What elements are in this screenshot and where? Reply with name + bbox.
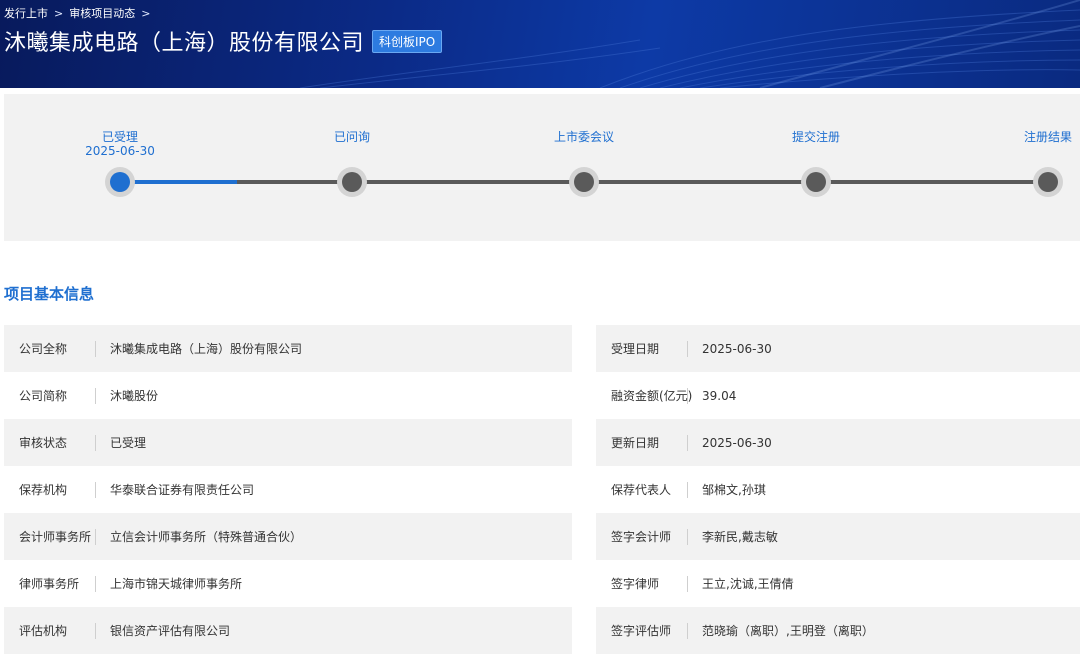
step-node-committee	[569, 167, 599, 197]
info-key: 保荐机构	[4, 481, 96, 498]
info-value: 王立,沈诚,王倩倩	[702, 577, 794, 591]
info-value: 银信资产评估有限公司	[110, 624, 231, 638]
info-key: 律师事务所	[4, 575, 96, 592]
info-row-appraisal-firm: 评估机构 银信资产评估有限公司	[4, 607, 572, 654]
step-node-submit	[801, 167, 831, 197]
chevron-right-icon: >	[54, 6, 64, 20]
step-label-text: 上市委会议	[553, 130, 614, 144]
info-value: 邹棉文,孙琪	[702, 483, 766, 497]
info-value: 沐曦集成电路（上海）股份有限公司	[110, 342, 303, 356]
info-value: 沐曦股份	[110, 389, 159, 403]
info-value: 上海市锦天城律师事务所	[110, 577, 243, 591]
progress-track-completed	[120, 180, 237, 184]
info-row-company-short-name: 公司简称 沐曦股份	[4, 372, 572, 419]
breadcrumb-item-review[interactable]: 审核项目动态	[69, 5, 135, 21]
info-row-review-status: 审核状态 已受理	[4, 419, 572, 466]
step-label-text: 已问询	[333, 130, 370, 144]
step-submit-label: 提交注册	[756, 130, 876, 144]
info-key: 公司全称	[4, 340, 96, 357]
info-row-sponsor: 保荐机构 华泰联合证券有限责任公司	[4, 466, 572, 513]
step-date: 2025-06-30	[85, 144, 155, 158]
step-node-accepted	[105, 167, 135, 197]
info-value: 立信会计师事务所（特殊普通合伙）	[110, 530, 303, 544]
info-key: 签字会计师	[596, 528, 688, 545]
info-value: 39.04	[702, 388, 737, 403]
info-value: 已受理	[110, 436, 147, 450]
step-label-text: 已受理	[101, 130, 138, 144]
step-committee-label: 上市委会议	[524, 130, 644, 144]
board-tag: 科创板IPO	[372, 29, 443, 53]
info-key: 会计师事务所	[4, 528, 96, 545]
info-row-company-full-name: 公司全称 沐曦集成电路（上海）股份有限公司	[4, 325, 572, 372]
info-value: 2025-06-30	[702, 341, 772, 356]
info-row-signing-lawyers: 签字律师 王立,沈诚,王倩倩	[596, 560, 1080, 607]
info-key: 保荐代表人	[596, 481, 688, 498]
info-key: 评估机构	[4, 622, 96, 639]
info-row-update-date: 更新日期 2025-06-30	[596, 419, 1080, 466]
header-banner: 发行上市 > 审核项目动态 > 沐曦集成电路（上海）股份有限公司 科创板IPO	[0, 0, 1080, 88]
info-key: 受理日期	[596, 340, 688, 357]
page-title: 沐曦集成电路（上海）股份有限公司	[4, 31, 365, 56]
breadcrumb-item-listing[interactable]: 发行上市	[4, 5, 48, 21]
info-key: 公司简称	[4, 387, 96, 404]
info-row-sponsor-reps: 保荐代表人 邹棉文,孙琪	[596, 466, 1080, 513]
review-progress: 已受理 2025-06-30 已问询 上市委会议 提交注册 注册结果	[4, 94, 1080, 241]
breadcrumb: 发行上市 > 审核项目动态 >	[4, 5, 150, 21]
info-row-law-firm: 律师事务所 上海市锦天城律师事务所	[4, 560, 572, 607]
info-key: 融资金额(亿元)	[596, 387, 692, 404]
section-title: 项目基本信息	[4, 285, 95, 303]
chevron-right-icon: >	[141, 6, 151, 20]
step-accepted-label: 已受理 2025-06-30	[60, 130, 180, 158]
step-result-label: 注册结果	[988, 130, 1080, 144]
step-node-result	[1033, 167, 1063, 197]
info-key: 签字律师	[596, 575, 688, 592]
info-value: 华泰联合证券有限责任公司	[110, 483, 255, 497]
step-label-text: 注册结果	[1023, 130, 1072, 144]
info-row-signing-appraisers: 签字评估师 范晓瑜（离职）,王明登（离职）	[596, 607, 1080, 654]
step-label-text: 提交注册	[791, 130, 840, 144]
step-inquired-label: 已问询	[292, 130, 412, 144]
info-row-accounting-firm: 会计师事务所 立信会计师事务所（特殊普通合伙）	[4, 513, 572, 560]
info-row-signing-accountants: 签字会计师 李新民,戴志敏	[596, 513, 1080, 560]
info-key: 更新日期	[596, 434, 688, 451]
info-value: 范晓瑜（离职）,王明登（离职）	[702, 624, 874, 638]
info-row-accept-date: 受理日期 2025-06-30	[596, 325, 1080, 372]
step-node-inquired	[337, 167, 367, 197]
info-value: 李新民,戴志敏	[702, 530, 778, 544]
info-key: 审核状态	[4, 434, 96, 451]
info-key: 签字评估师	[596, 622, 688, 639]
info-value: 2025-06-30	[702, 435, 772, 450]
info-row-financing-amount: 融资金额(亿元) 39.04	[596, 372, 1080, 419]
